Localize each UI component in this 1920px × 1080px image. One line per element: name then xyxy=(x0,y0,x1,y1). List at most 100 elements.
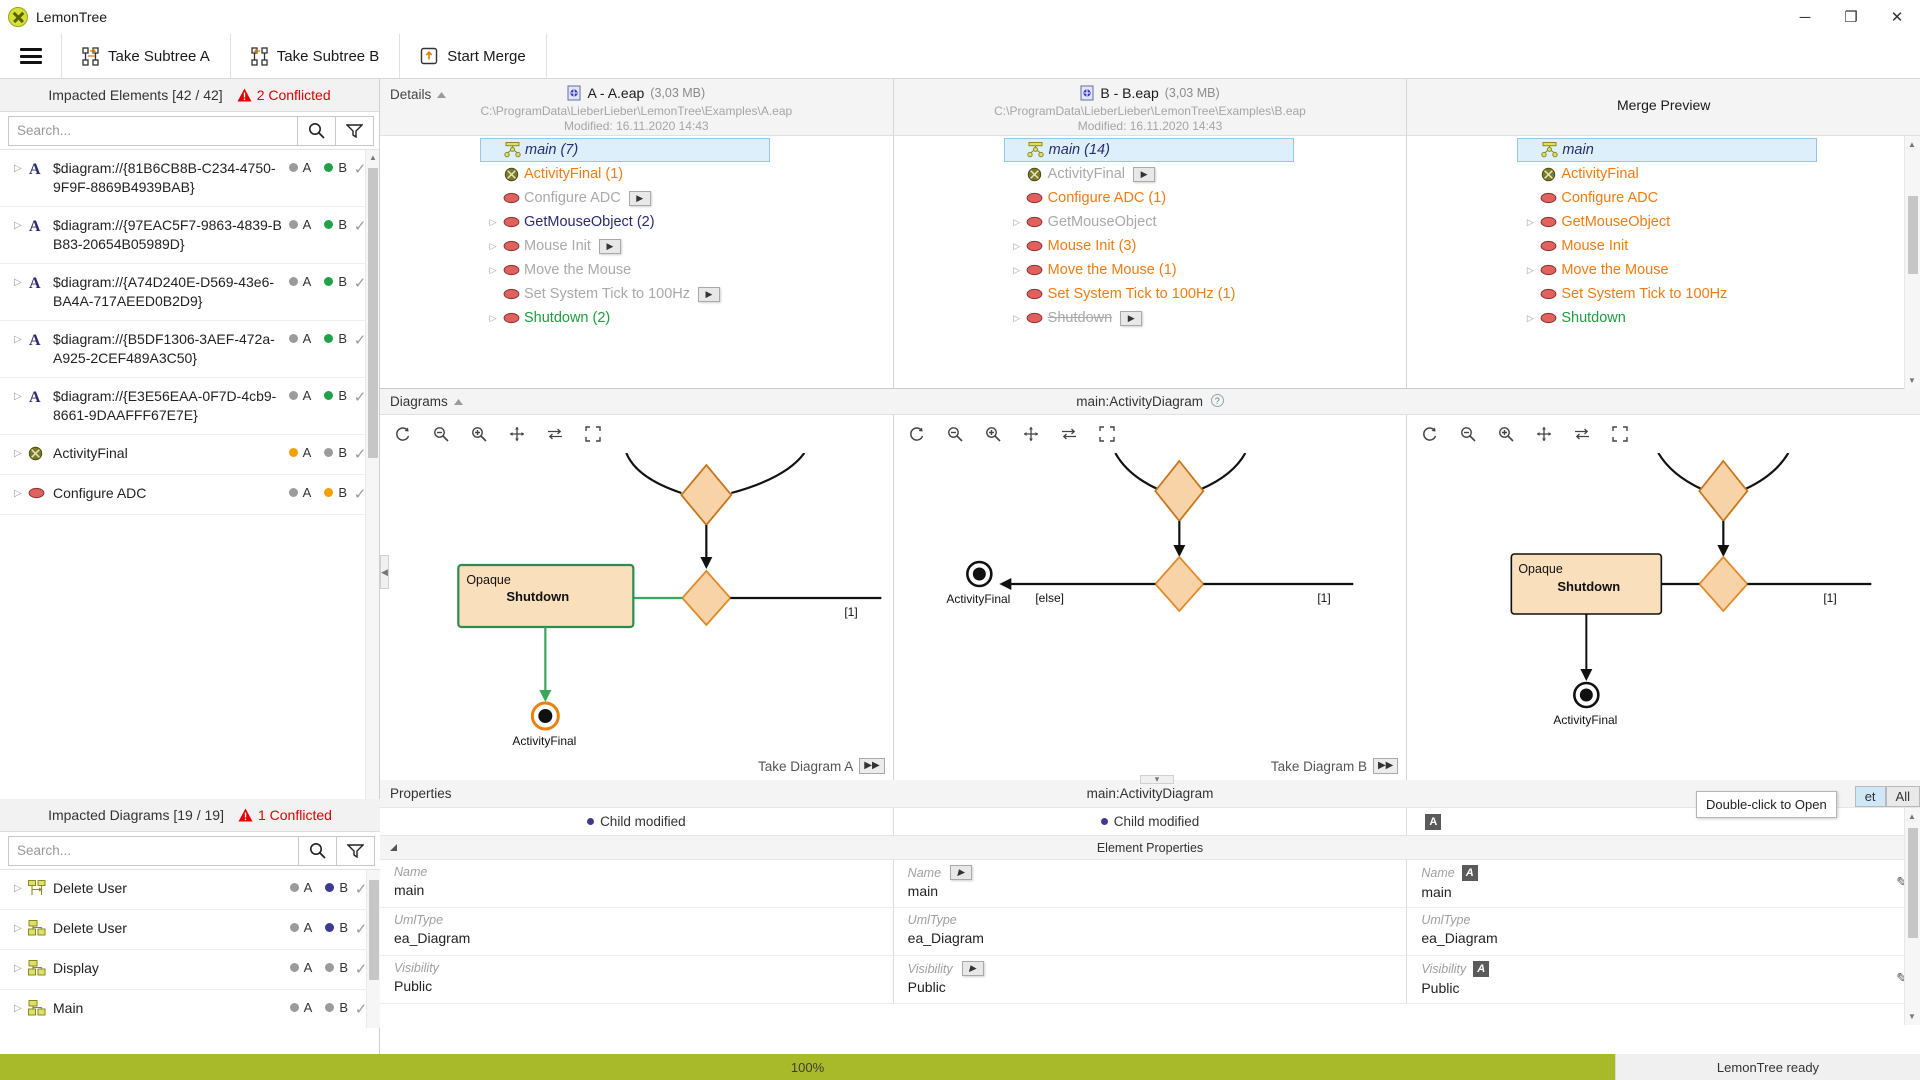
fullscreen-icon[interactable] xyxy=(578,421,608,447)
maximize-button[interactable]: ❐ xyxy=(1828,0,1874,34)
impacted-element-row[interactable]: ▷ A $diagram://{A74D240E-D569-43e6-BA4A-71… xyxy=(0,264,379,321)
property-field[interactable]: Name main xyxy=(380,860,894,907)
details-tree-item[interactable]: Set System Tick to 100Hz ▶ xyxy=(480,282,770,306)
properties-scrollbar[interactable]: ▲ ▼ xyxy=(1904,808,1920,1025)
impacted-elements-filter-button[interactable] xyxy=(336,115,374,146)
diagram-merge-canvas[interactable]: [1] Opaque Shutdown ActivityFinal xyxy=(1407,452,1920,780)
details-tree-item[interactable]: ▷ Move the Mouse (1) xyxy=(1004,258,1294,282)
impacted-diagram-row[interactable]: ▷ Main A B ✓ xyxy=(0,990,380,1028)
minimize-button[interactable]: ─ xyxy=(1782,0,1828,34)
take-value-button[interactable]: ▶ xyxy=(698,286,721,302)
sync-icon[interactable] xyxy=(1053,421,1084,447)
details-tree-item[interactable]: Set System Tick to 100Hz xyxy=(1517,282,1817,306)
details-tree-item[interactable]: Configure ADC xyxy=(1517,186,1817,210)
fullscreen-icon[interactable] xyxy=(1091,421,1122,447)
property-field[interactable]: UmlType ea_Diagram xyxy=(894,908,1408,955)
refresh-icon[interactable] xyxy=(901,421,932,447)
property-field[interactable]: Visibility ▶ Public xyxy=(894,956,1408,1003)
details-tree-item[interactable]: ▷ GetMouseObject xyxy=(1517,210,1817,234)
impacted-diagram-row[interactable]: ▷ Delete User A B ✓ xyxy=(0,870,380,910)
expand-triangle-icon[interactable]: ▷ xyxy=(486,313,500,324)
scroll-up-arrow-icon[interactable]: ▲ xyxy=(369,153,377,162)
fit-icon[interactable] xyxy=(1529,421,1560,447)
details-tree-item[interactable]: main (14) xyxy=(1003,138,1294,162)
sync-icon[interactable] xyxy=(540,421,570,447)
impacted-elements-scrollbar[interactable]: ▲ ▼ xyxy=(365,150,379,814)
expand-triangle-icon[interactable]: ▷ xyxy=(14,919,28,938)
zoom-in-icon[interactable] xyxy=(977,421,1008,447)
horizontal-splitter-handle[interactable]: ▾ xyxy=(1140,774,1174,784)
scroll-down-arrow-icon[interactable]: ▼ xyxy=(1908,1012,1916,1021)
take-diagram-b-button[interactable]: Take Diagram B ▶▶ xyxy=(1271,758,1399,774)
details-tree-item[interactable]: ▷ GetMouseObject xyxy=(1004,210,1294,234)
details-tree-item[interactable]: ▷ Move the Mouse xyxy=(480,258,770,282)
details-tree-item[interactable]: Set System Tick to 100Hz (1) xyxy=(1004,282,1294,306)
properties-scroll-thumb[interactable] xyxy=(1908,828,1918,938)
property-field[interactable]: Name ▶ main xyxy=(894,860,1408,907)
sidebar-splitter-handle[interactable]: ◀ xyxy=(380,555,389,589)
property-field[interactable]: UmlType ea_Diagram xyxy=(380,908,894,955)
impacted-element-row[interactable]: ▷ A $diagram://{81B6CB8B-C234-4750-9F9F-88… xyxy=(0,150,379,207)
details-tree-item[interactable]: ActivityFinal ▶ xyxy=(1004,162,1294,186)
expand-triangle-icon[interactable]: ▷ xyxy=(1010,265,1024,276)
take-value-button[interactable]: ▶ xyxy=(628,190,651,206)
details-tree-item[interactable]: Mouse Init xyxy=(1517,234,1817,258)
impacted-elements-list[interactable]: ▷ A $diagram://{81B6CB8B-C234-4750-9F9F-88… xyxy=(0,150,379,814)
expand-triangle-icon[interactable]: ▷ xyxy=(1010,217,1024,228)
caret-up-icon[interactable] xyxy=(453,398,463,405)
details-tree-item[interactable]: ▷ Shutdown ▶ xyxy=(1004,306,1294,330)
expand-triangle-icon[interactable]: ▷ xyxy=(486,265,500,276)
expand-triangle-icon[interactable]: ▷ xyxy=(1010,241,1024,252)
expand-triangle-icon[interactable]: ▷ xyxy=(14,216,28,235)
collapse-triangle-icon[interactable] xyxy=(390,844,397,851)
details-tree-item[interactable]: ▷ Move the Mouse xyxy=(1517,258,1817,282)
refresh-icon[interactable] xyxy=(388,421,418,447)
take-value-button[interactable]: ▶ xyxy=(950,865,973,880)
impacted-diagrams-search-input[interactable]: Search... xyxy=(8,835,299,866)
impacted-element-row[interactable]: ▷ A $diagram://{E3E56EAA-0F7D-4cb9-8661-9D… xyxy=(0,378,379,435)
details-tree-item[interactable]: ▷ Mouse Init (3) xyxy=(1004,234,1294,258)
impacted-elements-search-input[interactable]: Search... xyxy=(8,115,298,146)
impacted-diagrams-scrollbar[interactable] xyxy=(366,870,380,1028)
impacted-element-row[interactable]: ▷ Configure ADC A B ✓ xyxy=(0,475,379,515)
details-tree-item[interactable]: ▷ Mouse Init ▶ xyxy=(480,234,770,258)
impacted-diagrams-scroll-thumb[interactable] xyxy=(369,880,379,980)
details-tree-item[interactable]: main xyxy=(1517,138,1818,162)
take-diagram-a-button[interactable]: Take Diagram A ▶▶ xyxy=(758,758,885,774)
details-tree-merge-preview[interactable]: main ActivityFinal Configure ADC ▷ GetMouseO… xyxy=(1407,136,1920,389)
take-subtree-a-button[interactable]: Take Subtree A xyxy=(62,34,231,78)
refresh-icon[interactable] xyxy=(1415,421,1446,447)
scroll-down-arrow-icon[interactable]: ▼ xyxy=(1908,376,1916,385)
impacted-elements-search-button[interactable] xyxy=(298,115,336,146)
impacted-diagrams-search-button[interactable] xyxy=(299,835,337,866)
expand-triangle-icon[interactable]: ▷ xyxy=(14,999,28,1018)
expand-triangle-icon[interactable]: ▷ xyxy=(486,217,500,228)
impacted-element-row[interactable]: ▷ ActivityFinal A B ✓ xyxy=(0,435,379,475)
tab-all[interactable]: All xyxy=(1885,786,1920,807)
property-field[interactable]: Visibility Public xyxy=(380,956,894,1003)
impacted-diagrams-list[interactable]: ▷ Delete User A B ✓ ▷ Delete User A B ✓ ▷ Display A B… xyxy=(0,870,380,1028)
details-tree-b[interactable]: main (14) ActivityFinal ▶ Configure ADC (1)… xyxy=(894,136,1408,389)
impacted-diagram-row[interactable]: ▷ Display A B ✓ xyxy=(0,950,380,990)
details-tree-item[interactable]: ActivityFinal (1) xyxy=(480,162,770,186)
zoom-out-icon[interactable] xyxy=(939,421,970,447)
expand-triangle-icon[interactable]: ▷ xyxy=(14,879,28,898)
expand-triangle-icon[interactable]: ▷ xyxy=(14,387,28,406)
property-field[interactable]: Visibility A Public ✎ xyxy=(1407,956,1920,1003)
impacted-elements-scroll-thumb[interactable] xyxy=(368,168,378,458)
details-tree-item[interactable]: ▷ Shutdown xyxy=(1517,306,1817,330)
fullscreen-icon[interactable] xyxy=(1605,421,1636,447)
sync-icon[interactable] xyxy=(1567,421,1598,447)
details-tree-item[interactable]: ▷ Shutdown (2) xyxy=(480,306,770,330)
details-tree-a[interactable]: main (7) ActivityFinal (1) Configure ADC ▶ ▷… xyxy=(380,136,894,389)
fit-icon[interactable] xyxy=(1015,421,1046,447)
impacted-element-row[interactable]: ▷ A $diagram://{97EAC5F7-9863-4839-BB83-20… xyxy=(0,207,379,264)
take-value-button[interactable]: ▶ xyxy=(1120,310,1143,326)
details-tree-item[interactable]: Configure ADC (1) xyxy=(1004,186,1294,210)
take-value-button[interactable]: ▶ xyxy=(1133,166,1156,182)
details-scrollbar[interactable]: ▲ ▼ xyxy=(1904,136,1920,389)
tab-set[interactable]: et xyxy=(1854,786,1886,807)
zoom-out-icon[interactable] xyxy=(1453,421,1484,447)
details-scroll-thumb[interactable] xyxy=(1908,196,1919,274)
details-tree-item[interactable]: ActivityFinal xyxy=(1517,162,1817,186)
